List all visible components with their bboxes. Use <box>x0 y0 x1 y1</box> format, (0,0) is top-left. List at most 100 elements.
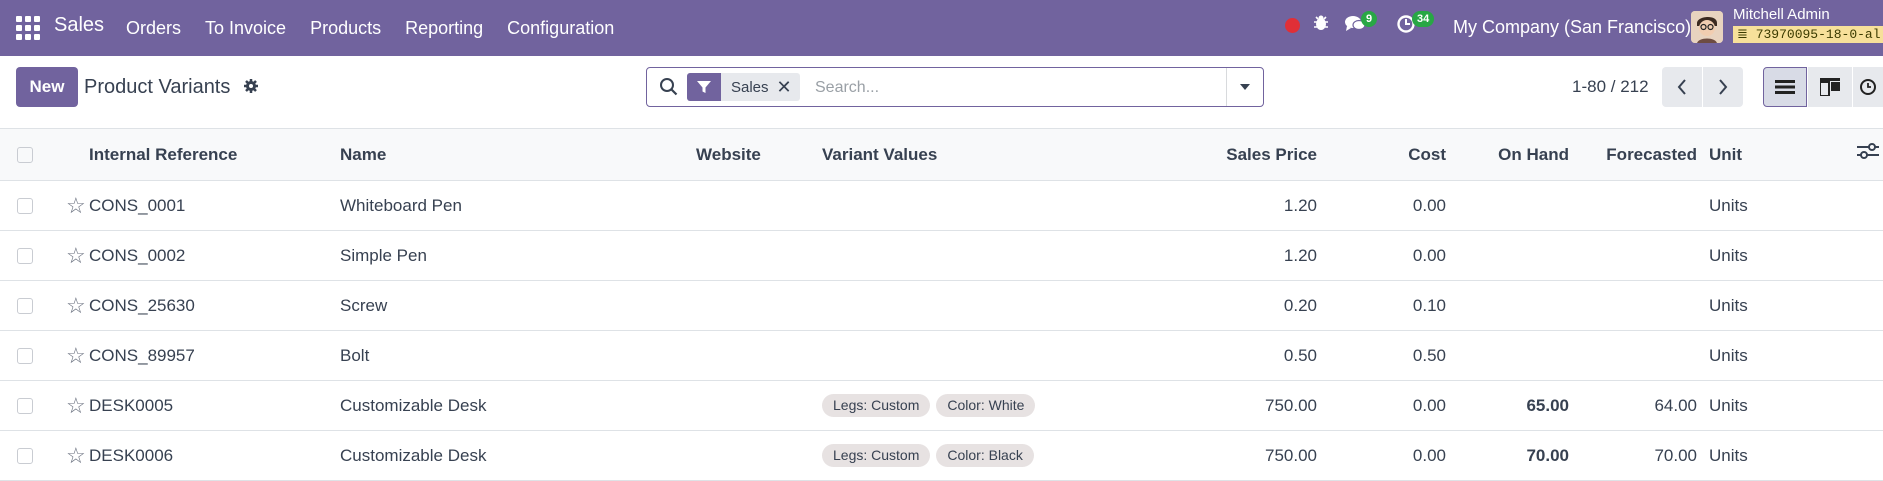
next-page-button[interactable] <box>1703 67 1743 107</box>
cell-sales-price: 1.20 <box>1283 195 1317 215</box>
cell-unit: Units <box>1709 345 1748 365</box>
app-name[interactable]: Sales <box>54 14 104 37</box>
cell-unit: Units <box>1709 195 1748 215</box>
pager-value[interactable]: 1-80 / 212 <box>1572 77 1649 97</box>
cell-on-hand <box>1446 331 1569 381</box>
cell-empty <box>1808 431 1883 481</box>
favorite-star-icon[interactable]: ☆ <box>66 343 86 368</box>
cell-internal-reference: DESK0006 <box>89 445 174 465</box>
cell-website <box>696 281 822 331</box>
filter-icon <box>687 73 721 101</box>
favorite-cell: ☆ <box>52 431 89 481</box>
database-label: 73970095-18-0-al <box>1755 27 1881 42</box>
cell-internal-reference: CONS_25630 <box>89 295 195 315</box>
kanban-view-button[interactable] <box>1808 67 1852 107</box>
favorite-cell: ☆ <box>52 181 89 231</box>
column-name[interactable]: Name <box>340 129 696 181</box>
row-checkbox[interactable] <box>17 248 33 265</box>
menu-orders[interactable]: Orders <box>114 0 193 56</box>
cell-cost: 0.10 <box>1412 295 1446 315</box>
menu-configuration[interactable]: Configuration <box>495 0 626 56</box>
row-select-cell <box>0 381 52 431</box>
select-all-checkbox[interactable] <box>17 147 33 164</box>
favorite-cell: ☆ <box>52 331 89 381</box>
previous-page-button[interactable] <box>1662 67 1702 107</box>
new-button[interactable]: New <box>16 67 78 107</box>
cell-internal-reference: CONS_0001 <box>89 195 186 215</box>
search-icon[interactable] <box>659 77 678 101</box>
bug-icon[interactable] <box>1312 14 1330 38</box>
cell-empty <box>1808 381 1883 431</box>
favorite-star-icon[interactable]: ☆ <box>66 443 86 468</box>
table-row[interactable]: ☆ DESK0005 Customizable Desk Legs: Custom Co… <box>0 381 1883 431</box>
cell-cost: 0.50 <box>1412 345 1446 365</box>
row-checkbox[interactable] <box>17 198 33 215</box>
cell-cost: 0.00 <box>1412 445 1446 465</box>
facet-label: Sales <box>731 78 769 96</box>
cell-name: Simple Pen <box>340 245 427 265</box>
cell-forecasted <box>1569 281 1697 331</box>
row-checkbox[interactable] <box>17 298 33 315</box>
company-switcher[interactable]: My Company (San Francisco) <box>1453 17 1691 38</box>
cell-website <box>696 231 822 281</box>
remove-facet-icon[interactable]: ✕ <box>777 77 800 98</box>
cell-name: Whiteboard Pen <box>340 195 462 215</box>
cell-website <box>696 181 822 231</box>
row-checkbox[interactable] <box>17 348 33 365</box>
select-all-cell <box>0 129 52 181</box>
user-name[interactable]: Mitchell Admin <box>1733 6 1830 23</box>
cell-on-hand <box>1446 181 1569 231</box>
page-title[interactable]: Product Variants <box>84 76 230 99</box>
column-internal-reference[interactable]: Internal Reference <box>89 129 340 181</box>
recording-indicator-icon[interactable] <box>1285 18 1300 33</box>
table-row[interactable]: ☆ CONS_89957 Bolt 0.50 0.50 Units <box>0 331 1883 381</box>
cell-variant-values <box>822 181 1184 231</box>
cell-sales-price: 750.00 <box>1265 395 1317 415</box>
cell-unit: Units <box>1709 245 1748 265</box>
user-avatar[interactable] <box>1691 11 1723 43</box>
column-variant-values[interactable]: Variant Values <box>822 129 1184 181</box>
column-forecasted[interactable]: Forecasted <box>1569 129 1697 181</box>
product-variants-list: Internal Reference Name Website Variant … <box>0 128 1883 481</box>
row-checkbox[interactable] <box>17 398 33 415</box>
kanban-view-icon <box>1820 78 1840 96</box>
variant-value-tag: Legs: Custom <box>822 394 931 417</box>
table-row[interactable]: ☆ DESK0006 Customizable Desk Legs: Custom Co… <box>0 431 1883 481</box>
activity-view-button[interactable] <box>1853 67 1883 107</box>
column-on-hand[interactable]: On Hand <box>1446 129 1569 181</box>
column-cost[interactable]: Cost <box>1317 129 1446 181</box>
database-name: ≣ 73970095-18-0-al <box>1733 26 1883 43</box>
favorite-star-icon[interactable]: ☆ <box>66 243 86 268</box>
row-select-cell <box>0 231 52 281</box>
table-row[interactable]: ☆ CONS_25630 Screw 0.20 0.10 Units <box>0 281 1883 331</box>
cell-variant-values <box>822 231 1184 281</box>
table-row[interactable]: ☆ CONS_0002 Simple Pen 1.20 0.00 Units <box>0 231 1883 281</box>
menu-to-invoice[interactable]: To Invoice <box>193 0 298 56</box>
optional-columns-toggle[interactable] <box>1808 129 1883 181</box>
search-input[interactable] <box>813 75 1217 101</box>
gear-icon[interactable] <box>243 78 259 99</box>
filter-facet[interactable]: Sales ✕ <box>687 73 800 101</box>
cell-unit: Units <box>1709 445 1748 465</box>
list-view-button[interactable] <box>1763 67 1807 107</box>
search-options-toggle[interactable] <box>1226 68 1263 106</box>
apps-grid-icon[interactable] <box>16 16 40 40</box>
cell-empty <box>1808 281 1883 331</box>
cell-on-hand: 70.00 <box>1526 445 1569 465</box>
cell-cost: 0.00 <box>1412 245 1446 265</box>
table-row[interactable]: ☆ CONS_0001 Whiteboard Pen 1.20 0.00 Units <box>0 181 1883 231</box>
favorite-star-icon[interactable]: ☆ <box>66 193 86 218</box>
menu-reporting[interactable]: Reporting <box>393 0 495 56</box>
column-unit[interactable]: Unit <box>1697 129 1808 181</box>
top-navbar: Sales Orders To Invoice Products Reporti… <box>0 0 1883 56</box>
cell-empty <box>1808 231 1883 281</box>
menu-products[interactable]: Products <box>298 0 393 56</box>
favorite-star-icon[interactable]: ☆ <box>66 393 86 418</box>
row-checkbox[interactable] <box>17 448 33 465</box>
cell-variant-values: Legs: Custom Color: White <box>822 381 1184 431</box>
cell-name: Screw <box>340 295 388 315</box>
column-sales-price[interactable]: Sales Price <box>1184 129 1317 181</box>
column-website[interactable]: Website <box>696 129 822 181</box>
favorite-star-icon[interactable]: ☆ <box>66 293 86 318</box>
cell-forecasted: 64.00 <box>1654 395 1697 415</box>
